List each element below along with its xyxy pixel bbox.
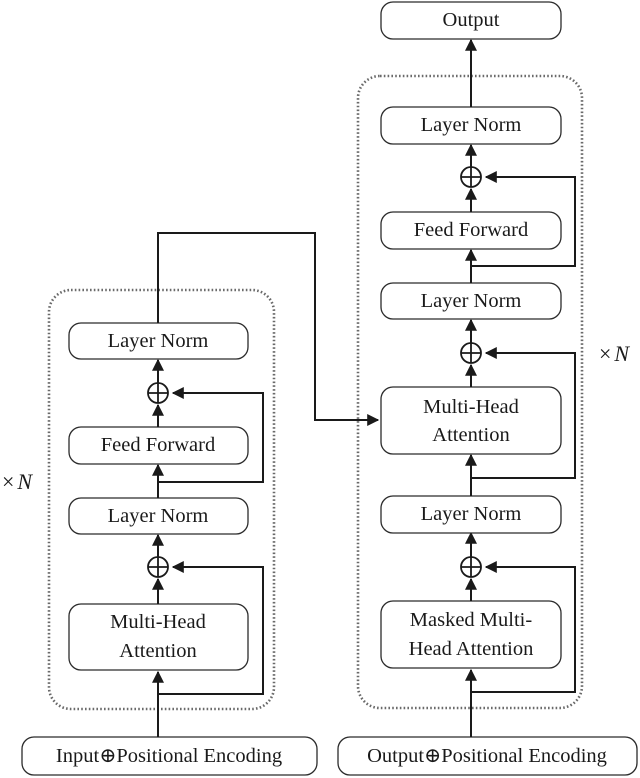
decoder-add-2-icon (460, 342, 482, 364)
encoder-add-2-icon (147, 382, 169, 404)
decoder-cross-attention-label-2: Attention (432, 424, 509, 446)
decoder-masked-attention-label-1: Masked Multi- (410, 609, 533, 631)
encoder-feed-forward-label: Feed Forward (101, 434, 215, 456)
encoder-mha-label-2: Attention (119, 640, 196, 662)
encoder-repeat-label: × N (2, 469, 33, 494)
decoder-layer-norm-3-label: Layer Norm (421, 114, 522, 136)
output-label: Output (443, 9, 500, 31)
encoder-input-label: Input⊕Positional Encoding (56, 745, 282, 767)
encoder: × N Input⊕Positional Encoding Multi-Head … (2, 288, 318, 776)
encoder-layer-norm-2-label: Layer Norm (108, 330, 209, 352)
decoder: × N Output⊕Positional Encoding Masked Mul… (337, 1, 638, 776)
decoder-masked-attention-label-2: Head Attention (409, 638, 534, 660)
decoder-feed-forward-label: Feed Forward (414, 219, 528, 241)
decoder-add-3-icon (460, 166, 482, 188)
decoder-input-label: Output⊕Positional Encoding (367, 745, 607, 767)
decoder-cross-attention-label-1: Multi-Head (423, 396, 519, 418)
decoder-add-1-icon (460, 556, 482, 578)
decoder-layer-norm-1-label: Layer Norm (421, 503, 522, 525)
decoder-repeat-label: × N (599, 341, 630, 366)
transformer-diagram: × N Input⊕Positional Encoding Multi-Head … (2, 1, 638, 776)
encoder-mha-label-1: Multi-Head (110, 611, 206, 633)
encoder-layer-norm-1-label: Layer Norm (108, 505, 209, 527)
decoder-layer-norm-2-label: Layer Norm (421, 290, 522, 312)
encoder-add-1-icon (147, 556, 169, 578)
